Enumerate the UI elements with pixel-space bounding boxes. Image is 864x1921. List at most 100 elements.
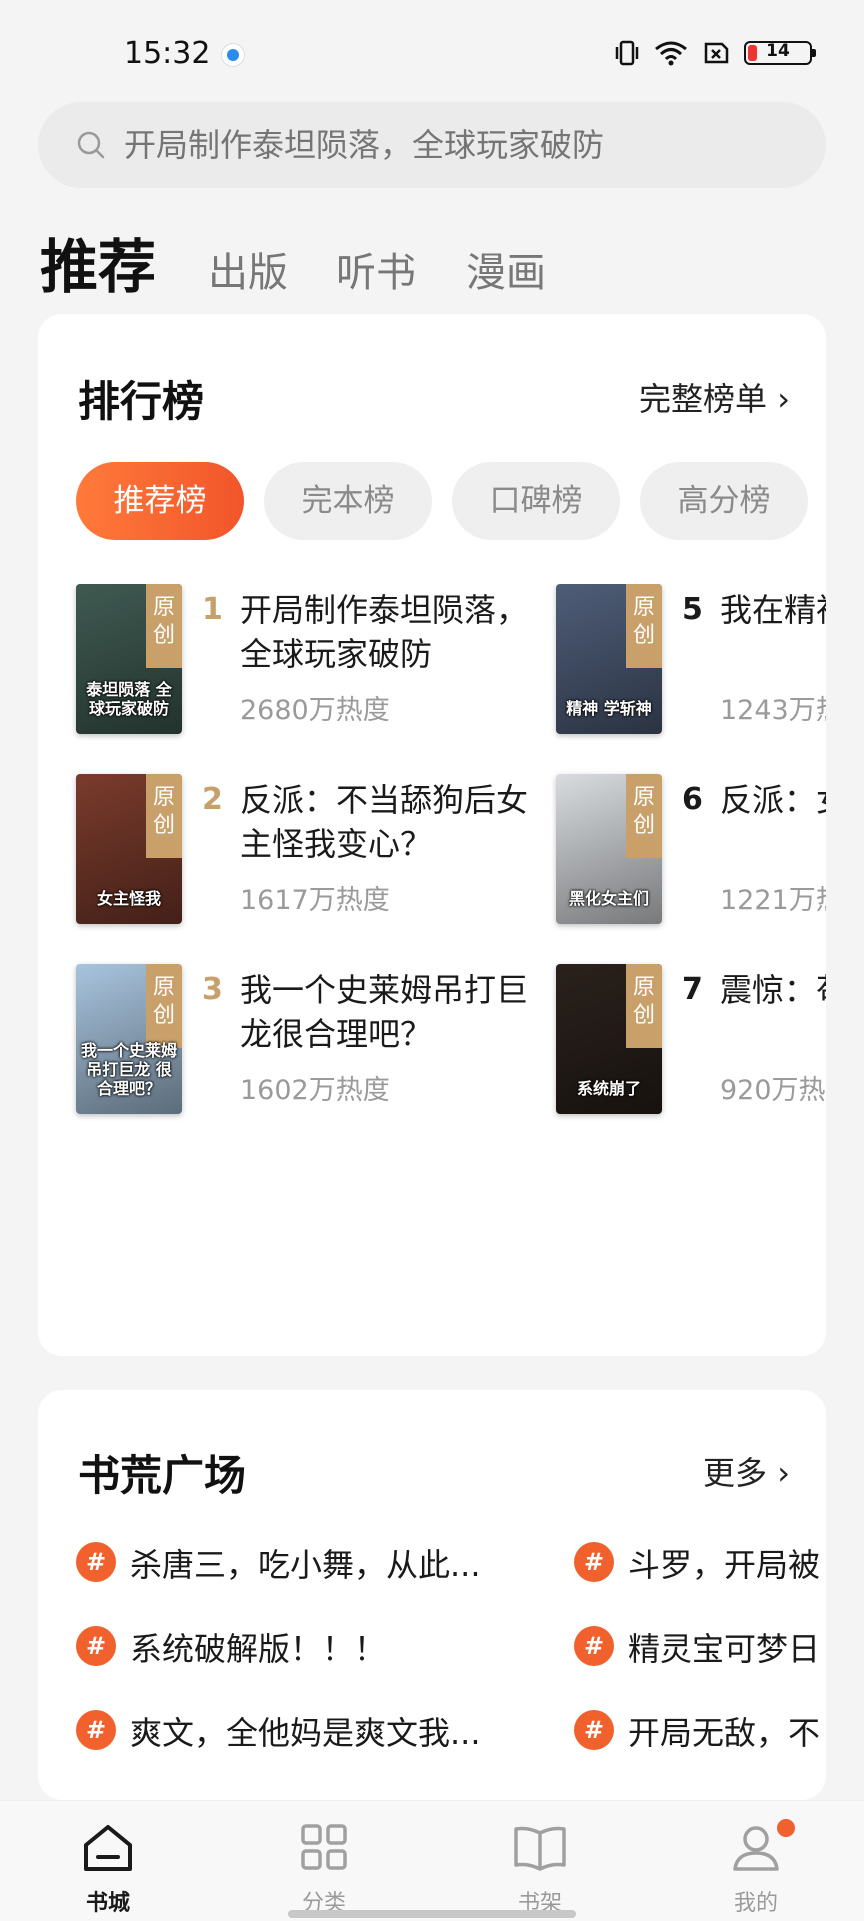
book-title: 震惊：苟到系统崩了 bbox=[720, 971, 826, 1009]
original-badge: 原创 bbox=[626, 774, 662, 858]
rank-item[interactable]: 原创系统崩了 7 震惊：苟到系统崩了 920万热度 bbox=[556, 964, 826, 1124]
rank-number: 7 bbox=[682, 972, 703, 1007]
nav-bookshelf[interactable]: 书架 bbox=[465, 1801, 615, 1921]
rank-number: 5 bbox=[682, 592, 703, 627]
plaza-card: 书荒广场 更多 › # 杀唐三，吃小舞，从此... # 斗罗，开局被 # 系统破解版！！！… bbox=[38, 1390, 826, 1800]
battery-icon: 14 bbox=[744, 41, 816, 65]
no-sim-icon bbox=[704, 42, 729, 64]
chip-reputation[interactable]: 口碑榜 bbox=[452, 462, 620, 540]
chevron-right-icon: › bbox=[777, 380, 790, 418]
ranking-card: 排行榜 完整榜单 › 推荐榜 完本榜 口碑榜 高分榜 原创 泰坦陨落 全球玩家破防… bbox=[38, 314, 826, 1356]
ranking-more-label: 完整榜单 bbox=[639, 380, 768, 418]
rank-item[interactable]: 原创黑化女主们 6 反派：女主们，跪下 1221万热度 bbox=[556, 774, 826, 934]
topic-item[interactable]: # 杀唐三，吃小舞，从此... bbox=[76, 1538, 516, 1588]
home-indicator bbox=[288, 1910, 576, 1918]
ranking-more-link[interactable]: 完整榜单 › bbox=[639, 374, 790, 420]
search-input[interactable] bbox=[124, 102, 784, 188]
grid-icon bbox=[301, 1824, 347, 1870]
original-badge: 原创 bbox=[626, 964, 662, 1048]
vibrate-icon bbox=[615, 40, 639, 66]
topic-text: 斗罗，开局被 bbox=[628, 1546, 821, 1584]
battery-level: 14 bbox=[766, 41, 790, 61]
original-badge: 原创 bbox=[146, 774, 182, 858]
original-badge: 原创 bbox=[626, 584, 662, 668]
plaza-more-label: 更多 bbox=[703, 1454, 768, 1492]
book-title: 开局制作泰坦陨落，全球玩家破防 bbox=[240, 591, 529, 673]
app-notification-icon bbox=[222, 44, 244, 66]
chip-recommend[interactable]: 推荐榜 bbox=[76, 462, 244, 540]
chip-high-score[interactable]: 高分榜 bbox=[640, 462, 808, 540]
topic-item[interactable]: # 斗罗，开局被 bbox=[574, 1538, 826, 1588]
book-heat: 2680万热度 bbox=[240, 695, 390, 726]
tab-recommend[interactable]: 推荐 bbox=[40, 220, 156, 304]
status-bar: 15:32 14 bbox=[0, 0, 864, 110]
rank-number: 6 bbox=[682, 782, 703, 817]
cover-title: 精神 学斩神 bbox=[566, 699, 652, 718]
rank-item[interactable]: 原创 我一个史莱姆 吊打巨龙 很合理吧？ 3 我一个史莱姆吊打巨龙很合理吧？ 1602万… bbox=[76, 964, 556, 1124]
hashtag-icon: # bbox=[574, 1710, 614, 1750]
topic-item[interactable]: # 系统破解版！！！ bbox=[76, 1622, 516, 1672]
book-cover: 原创精神 学斩神 bbox=[556, 584, 662, 734]
tab-audiobook[interactable]: 听书 bbox=[336, 240, 416, 298]
wifi-icon bbox=[655, 41, 687, 66]
cover-title: 系统崩了 bbox=[576, 1079, 641, 1098]
book-title: 我一个史莱姆吊打巨龙很合理吧？ bbox=[240, 971, 529, 1053]
rank-item[interactable]: 原创泰坦陨落 全球玩家破防 1 开局制作泰坦陨落，全球玩家破防 2680万热度 bbox=[76, 584, 556, 744]
book-title: 反派：不当舔狗后女主怪我变心？ bbox=[240, 781, 529, 863]
book-heat: 1243万热度 bbox=[720, 695, 826, 726]
plaza-more-link[interactable]: 更多 › bbox=[703, 1448, 790, 1494]
book-heat: 1617万热度 bbox=[240, 885, 390, 916]
cover-title: 女主怪我 bbox=[96, 889, 161, 908]
book-heat: 1602万热度 bbox=[240, 1075, 390, 1106]
ranking-chips: 推荐榜 完本榜 口碑榜 高分榜 bbox=[76, 462, 826, 542]
rank-item[interactable]: 原创 女主怪我 2 反派：不当舔狗后女主怪我变心？ 1617万热度 bbox=[76, 774, 556, 934]
rank-number: 3 bbox=[202, 972, 223, 1007]
bottom-nav: 书城 分类 书架 我的 bbox=[0, 1800, 864, 1921]
topic-text: 爽文，全他妈是爽文我... bbox=[130, 1714, 481, 1752]
hashtag-icon: # bbox=[574, 1542, 614, 1582]
tab-comic[interactable]: 漫画 bbox=[466, 240, 546, 298]
nav-label: 书城 bbox=[85, 1891, 130, 1916]
nav-category[interactable]: 分类 bbox=[249, 1801, 399, 1921]
book-icon bbox=[514, 1826, 566, 1871]
original-badge: 原创 bbox=[146, 964, 182, 1048]
topic-text: 精灵宝可梦日 bbox=[628, 1630, 821, 1668]
ranking-title: 排行榜 bbox=[78, 377, 205, 426]
topic-text: 杀唐三，吃小舞，从此... bbox=[130, 1546, 481, 1584]
book-cover: 原创 我一个史莱姆 吊打巨龙 很合理吧？ bbox=[76, 964, 182, 1114]
status-time: 15:32 bbox=[124, 36, 211, 71]
search-bar[interactable] bbox=[38, 102, 826, 188]
topic-item[interactable]: # 开局无敌，不 bbox=[574, 1706, 826, 1756]
tab-publish[interactable]: 出版 bbox=[208, 240, 288, 298]
ranking-list: 原创 泰坦陨落 全球玩家破防 1 开局制作泰坦陨落，全球玩家破防 2680万热度 原创 女主… bbox=[38, 584, 826, 1144]
rank-item[interactable]: 原创精神 学斩神 5 我在精神病院学斩神 1243万热度 bbox=[556, 584, 826, 744]
nav-label: 我的 bbox=[733, 1891, 778, 1916]
original-badge: 原创 bbox=[146, 584, 182, 668]
hashtag-icon: # bbox=[76, 1542, 116, 1582]
chip-finished[interactable]: 完本榜 bbox=[264, 462, 432, 540]
plaza-title: 书荒广场 bbox=[78, 1451, 247, 1500]
user-icon bbox=[733, 1826, 779, 1871]
home-icon bbox=[84, 1825, 132, 1871]
cover-title: 黑化女主们 bbox=[568, 889, 649, 908]
book-title: 反派：女主们，跪下 bbox=[720, 781, 826, 819]
rank-number: 1 bbox=[202, 592, 223, 627]
book-cover: 原创系统崩了 bbox=[556, 964, 662, 1114]
hashtag-icon: # bbox=[574, 1626, 614, 1666]
topic-text: 开局无敌，不 bbox=[628, 1714, 821, 1752]
book-heat: 1221万热度 bbox=[720, 885, 826, 916]
nav-bookstore[interactable]: 书城 bbox=[33, 1801, 183, 1921]
book-title: 我在精神病院学斩神 bbox=[720, 591, 826, 629]
book-cover: 原创泰坦陨落 全球玩家破防 bbox=[76, 584, 182, 734]
chevron-right-icon: › bbox=[777, 1454, 790, 1492]
cover-title: 我一个史莱姆 吊打巨龙 很合理吧？ bbox=[80, 1041, 177, 1098]
hashtag-icon: # bbox=[76, 1710, 116, 1750]
topic-item[interactable]: # 爽文，全他妈是爽文我... bbox=[76, 1706, 516, 1756]
topic-item[interactable]: # 精灵宝可梦日 bbox=[574, 1622, 826, 1672]
status-icons: 14 bbox=[614, 40, 816, 66]
cover-title: 泰坦陨落 全球玩家破防 bbox=[86, 680, 172, 718]
topic-text: 系统破解版！！！ bbox=[130, 1630, 387, 1668]
book-heat: 920万热度 bbox=[720, 1075, 826, 1106]
nav-me[interactable]: 我的 bbox=[681, 1801, 831, 1921]
hashtag-icon: # bbox=[76, 1626, 116, 1666]
